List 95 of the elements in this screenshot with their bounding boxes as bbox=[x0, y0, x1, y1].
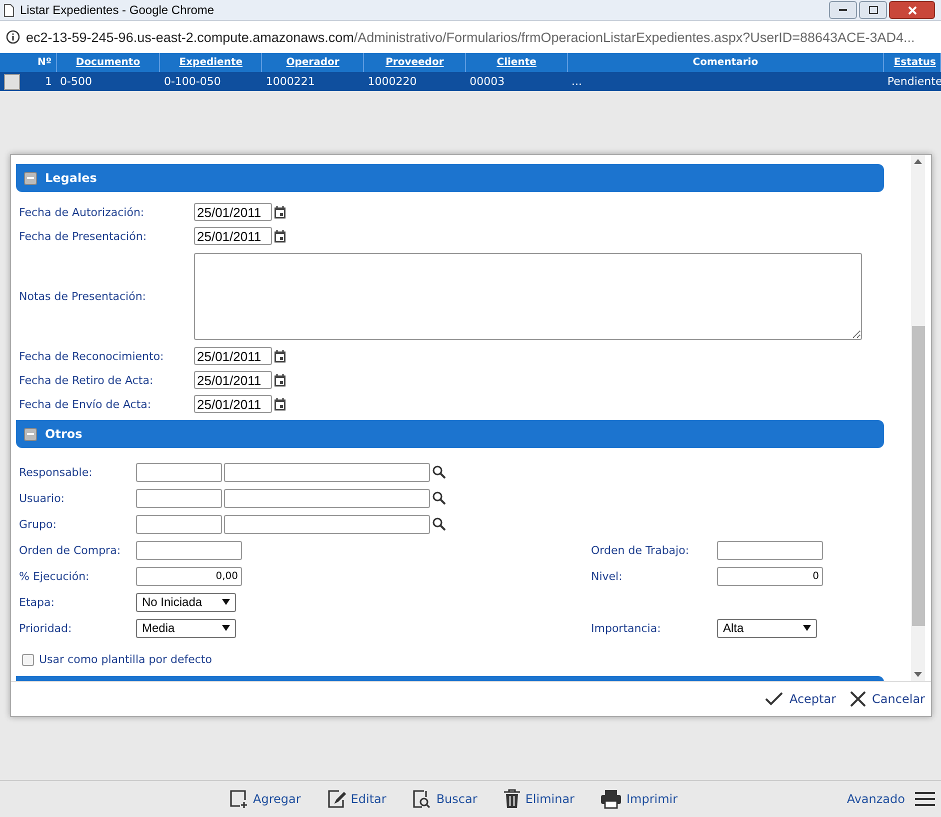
search-button[interactable]: Buscar bbox=[412, 789, 478, 809]
notes-field[interactable] bbox=[194, 252, 862, 340]
minimize-icon bbox=[839, 8, 847, 12]
search-icon bbox=[412, 789, 432, 809]
caret-icon bbox=[803, 625, 811, 631]
table-cell: 1000221 bbox=[266, 75, 315, 88]
scroll-up-icon[interactable] bbox=[914, 159, 922, 164]
column-header: Comentario bbox=[568, 53, 884, 72]
table-cell: 00003 bbox=[470, 75, 505, 88]
close-icon bbox=[850, 691, 866, 707]
field-label: Fecha de Envío de Acta: bbox=[19, 398, 152, 410]
field-label: Fecha de Presentación: bbox=[19, 230, 148, 242]
field-label: Usuario: bbox=[19, 492, 66, 504]
printer-icon bbox=[600, 789, 622, 809]
search-icon[interactable] bbox=[432, 465, 446, 479]
window-title: Listar Expedientes - Google Chrome bbox=[20, 3, 214, 17]
date-field[interactable]: 25/01/2011 bbox=[194, 371, 272, 389]
dropdown[interactable]: Media bbox=[136, 618, 236, 638]
edit-icon bbox=[326, 789, 347, 809]
field-label: Notas de Presentación: bbox=[19, 290, 148, 302]
name-field[interactable] bbox=[224, 488, 430, 508]
field-label: Fecha de Autorización: bbox=[19, 206, 146, 218]
maximize-button[interactable] bbox=[859, 1, 887, 19]
text-field[interactable] bbox=[717, 540, 823, 560]
search-icon[interactable] bbox=[432, 517, 446, 531]
table-cell: ... bbox=[572, 75, 582, 88]
dropdown[interactable]: No Iniciada bbox=[136, 592, 236, 612]
date-field[interactable]: 25/01/2011 bbox=[194, 347, 272, 365]
number-field[interactable]: 0,00 bbox=[136, 566, 242, 586]
column-header: Nº bbox=[0, 53, 56, 72]
code-field[interactable] bbox=[136, 514, 222, 534]
advanced-link[interactable]: Avanzado bbox=[846, 792, 905, 806]
calendar-icon[interactable] bbox=[274, 206, 286, 218]
field-label: Fecha de Reconocimiento: bbox=[19, 350, 165, 362]
page-icon bbox=[4, 4, 14, 16]
field-label: Orden de Compra: bbox=[19, 544, 122, 556]
date-field[interactable]: 25/01/2011 bbox=[194, 203, 272, 221]
add-button[interactable]: Agregar bbox=[229, 789, 301, 809]
menu-icon[interactable] bbox=[915, 791, 935, 807]
accept-button[interactable]: Aceptar bbox=[765, 692, 836, 706]
caret-icon bbox=[222, 599, 230, 605]
calendar-icon[interactable] bbox=[274, 398, 286, 410]
column-header[interactable]: Proveedor bbox=[364, 53, 466, 72]
delete-button[interactable]: Eliminar bbox=[503, 789, 574, 809]
field-label: % Ejecución: bbox=[19, 570, 90, 582]
checkbox-label[interactable]: Usar como plantilla por defecto bbox=[39, 653, 212, 666]
column-header[interactable]: Expediente bbox=[160, 53, 262, 72]
column-header[interactable]: Cliente bbox=[466, 53, 568, 72]
column-header[interactable]: Operador bbox=[262, 53, 364, 72]
row-selector[interactable] bbox=[4, 74, 20, 90]
add-icon bbox=[229, 789, 249, 809]
field-label: Nivel: bbox=[591, 570, 624, 582]
close-button[interactable] bbox=[889, 1, 935, 19]
table-cell: 0-100-050 bbox=[164, 75, 221, 88]
search-icon[interactable] bbox=[432, 491, 446, 505]
minimize-button[interactable] bbox=[829, 1, 857, 19]
dropdown[interactable]: Alta bbox=[717, 618, 817, 638]
info-icon[interactable] bbox=[6, 30, 20, 44]
trash-icon bbox=[503, 789, 522, 809]
calendar-icon[interactable] bbox=[274, 230, 286, 242]
print-button[interactable]: Imprimir bbox=[600, 789, 678, 809]
caret-icon bbox=[222, 625, 230, 631]
collapse-icon[interactable] bbox=[24, 172, 37, 184]
calendar-icon[interactable] bbox=[274, 350, 286, 362]
field-label: Etapa: bbox=[19, 596, 56, 608]
close-icon bbox=[908, 6, 916, 14]
table-cell: 0-500 bbox=[60, 75, 92, 88]
field-label: Orden de Trabajo: bbox=[591, 544, 690, 556]
code-field[interactable] bbox=[136, 462, 222, 482]
edit-button[interactable]: Editar bbox=[326, 789, 386, 809]
number-field[interactable]: 0 bbox=[717, 566, 823, 586]
calendar-icon[interactable] bbox=[274, 374, 286, 386]
field-label: Grupo: bbox=[19, 518, 58, 530]
date-field[interactable]: 25/01/2011 bbox=[194, 395, 272, 413]
section-header[interactable]: Legales bbox=[16, 164, 884, 192]
name-field[interactable] bbox=[224, 514, 430, 534]
maximize-icon bbox=[868, 6, 878, 14]
column-header[interactable]: Estatus bbox=[883, 53, 940, 72]
table-cell: 1000220 bbox=[368, 75, 417, 88]
checkbox[interactable] bbox=[22, 654, 34, 666]
code-field[interactable] bbox=[136, 488, 222, 508]
field-label: Importancia: bbox=[591, 622, 662, 634]
date-field[interactable]: 25/01/2011 bbox=[194, 227, 272, 245]
collapse-icon[interactable] bbox=[24, 428, 37, 440]
column-header[interactable]: Documento bbox=[56, 53, 160, 72]
field-label: Prioridad: bbox=[19, 622, 73, 634]
field-label: Responsable: bbox=[19, 466, 94, 478]
cancel-button[interactable]: Cancelar bbox=[850, 691, 925, 707]
section-header[interactable]: Otros bbox=[16, 420, 884, 448]
table-cell: 1 bbox=[45, 75, 52, 88]
check-icon bbox=[765, 692, 784, 706]
field-label: Fecha de Retiro de Acta: bbox=[19, 374, 154, 386]
scroll-down-icon[interactable] bbox=[914, 672, 922, 677]
text-field[interactable] bbox=[136, 540, 242, 560]
name-field[interactable] bbox=[224, 462, 430, 482]
